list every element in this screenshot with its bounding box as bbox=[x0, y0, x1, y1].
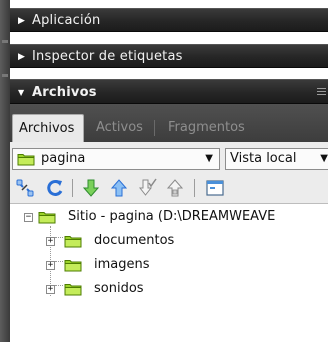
site-select-value: pagina bbox=[41, 151, 86, 166]
panel-header-archivos[interactable]: ▼ Archivos bbox=[10, 79, 328, 104]
toolbar-divider bbox=[72, 179, 73, 197]
folder-icon bbox=[64, 258, 82, 272]
folder-icon bbox=[17, 152, 35, 166]
tree-label: documentos bbox=[94, 233, 175, 248]
tab-activos[interactable]: Activos bbox=[90, 114, 149, 142]
panel-header-aplicacion[interactable]: ▶ Aplicación bbox=[10, 8, 328, 32]
tree-row-site-root[interactable]: − Sitio - pagina (D:\DREAMWEAVE bbox=[10, 206, 328, 228]
collapse-toggle[interactable]: − bbox=[24, 213, 33, 222]
tree-label: Sitio - pagina (D:\DREAMWEAVE bbox=[68, 209, 276, 224]
collapsed-triangle-icon: ▶ bbox=[18, 16, 25, 26]
tree-row-folder[interactable]: + documentos bbox=[10, 230, 328, 252]
selectors-row: pagina ▼ Vista local ▼ bbox=[10, 142, 328, 172]
dock-notch bbox=[2, 40, 8, 43]
put-files-icon[interactable] bbox=[108, 177, 130, 199]
panel-header-inspector[interactable]: ▶ Inspector de etiquetas bbox=[10, 44, 328, 68]
view-select[interactable]: Vista local ▼ bbox=[225, 148, 328, 170]
panel-header-label: Aplicación bbox=[32, 13, 101, 28]
tab-fragmentos[interactable]: Fragmentos bbox=[162, 114, 251, 142]
check-out-icon[interactable] bbox=[136, 177, 158, 199]
tab-archivos[interactable]: Archivos bbox=[12, 114, 84, 142]
tree-row-folder[interactable]: + imagens bbox=[10, 254, 328, 276]
expand-view-icon[interactable] bbox=[204, 177, 226, 199]
files-panel-content: pagina ▼ Vista local ▼ − Sitio - pagina … bbox=[10, 142, 328, 342]
dock-notch bbox=[2, 74, 8, 77]
file-tree: − Sitio - pagina (D:\DREAMWEAVE + docume… bbox=[10, 204, 328, 342]
expand-toggle[interactable]: + bbox=[46, 285, 55, 294]
connect-icon[interactable] bbox=[14, 177, 36, 199]
collapsed-triangle-icon: ▶ bbox=[18, 52, 25, 62]
folder-icon bbox=[64, 234, 82, 248]
files-toolbar bbox=[10, 172, 328, 204]
site-select[interactable]: pagina ▼ bbox=[12, 148, 220, 170]
folder-icon bbox=[64, 282, 82, 296]
panel-tabs: Archivos Activos Fragmentos bbox=[10, 104, 328, 142]
tree-label: sonidos bbox=[94, 281, 144, 296]
chevron-down-icon: ▼ bbox=[320, 153, 328, 164]
expand-toggle[interactable]: + bbox=[46, 237, 55, 246]
folder-icon bbox=[38, 210, 56, 224]
check-in-icon[interactable] bbox=[164, 177, 186, 199]
refresh-icon[interactable] bbox=[44, 177, 66, 199]
panel-header-label: Inspector de etiquetas bbox=[32, 49, 183, 64]
tree-row-folder[interactable]: + sonidos bbox=[10, 278, 328, 300]
get-files-icon[interactable] bbox=[80, 177, 102, 199]
toolbar-divider bbox=[194, 179, 195, 197]
tree-label: imagens bbox=[94, 257, 150, 272]
tab-divider bbox=[154, 120, 155, 136]
expanded-triangle-icon: ▼ bbox=[18, 88, 25, 97]
expand-toggle[interactable]: + bbox=[46, 261, 55, 270]
chevron-down-icon: ▼ bbox=[205, 153, 213, 164]
panel-dock-edge bbox=[0, 0, 10, 342]
panel-header-label: Archivos bbox=[32, 85, 97, 100]
view-select-value: Vista local bbox=[230, 151, 297, 166]
panel-options-menu-icon[interactable] bbox=[317, 88, 326, 97]
